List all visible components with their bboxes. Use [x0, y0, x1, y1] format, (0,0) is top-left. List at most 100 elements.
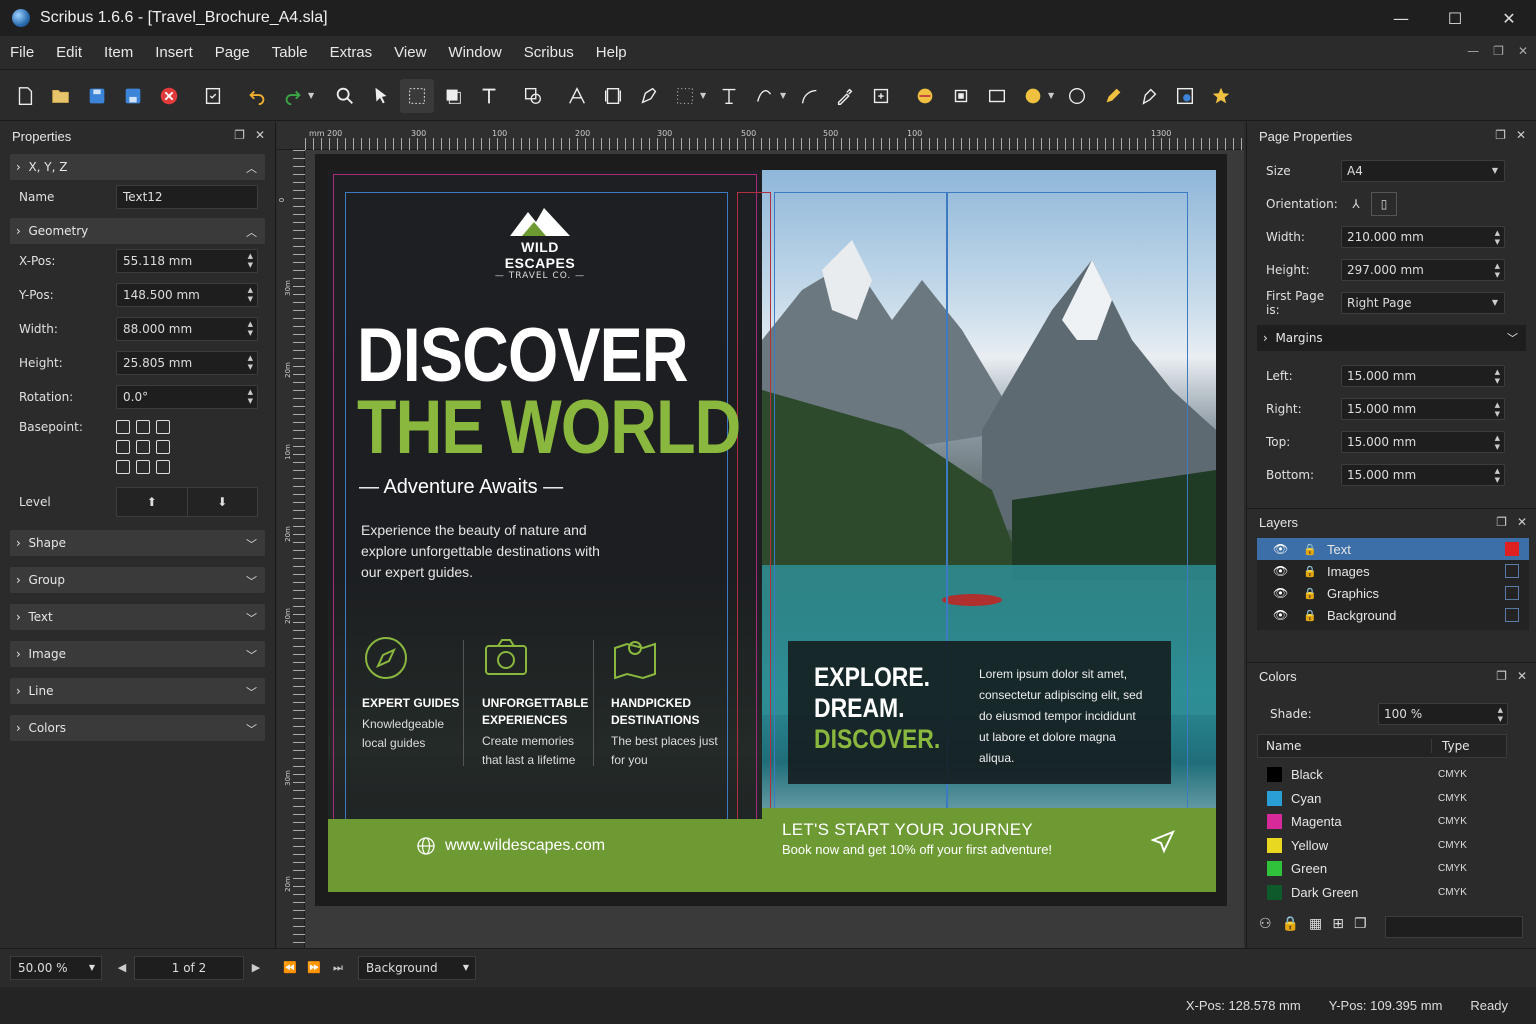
grid-dropdown-icon[interactable]: ▼: [700, 91, 710, 100]
menu-help[interactable]: Help: [585, 44, 638, 61]
text-tool-icon[interactable]: [472, 79, 506, 113]
lock-icon[interactable]: 🔒: [1293, 565, 1327, 578]
select-pointer-icon[interactable]: [364, 79, 398, 113]
float-panel-icon[interactable]: ❐: [1496, 515, 1507, 529]
menu-table[interactable]: Table: [261, 44, 319, 61]
color-row-dark-green[interactable]: Dark Green CMYK: [1267, 881, 1517, 905]
color-row-cyan[interactable]: Cyan CMYK: [1267, 787, 1517, 811]
fill-color-icon[interactable]: [1016, 79, 1050, 113]
color-search-field[interactable]: [1385, 916, 1523, 938]
image-section[interactable]: › Image ﹀: [10, 641, 265, 667]
lower-level-icon[interactable]: ⬇: [188, 488, 258, 516]
color-row-magenta[interactable]: Magenta CMYK: [1267, 810, 1517, 834]
lock-icon[interactable]: 🔒: [1293, 543, 1327, 556]
basepoint-handle[interactable]: [156, 440, 170, 454]
spinner-icon[interactable]: ▲ ▼: [1495, 467, 1500, 485]
group-section[interactable]: › Group ﹀: [10, 567, 265, 593]
margin-top-field[interactable]: 15.000 mm ▲ ▼: [1341, 430, 1505, 453]
doc-close-icon[interactable]: ✕: [1518, 44, 1528, 58]
duplicate-color-icon[interactable]: ⊞: [1332, 916, 1344, 932]
basepoint-handle[interactable]: [116, 440, 130, 454]
visibility-eye-icon[interactable]: 👁: [1273, 586, 1293, 600]
link-frames-icon[interactable]: [864, 79, 898, 113]
layer-row-text[interactable]: 👁 🔒 Text: [1257, 538, 1529, 560]
float-panel-icon[interactable]: ❐: [1495, 128, 1506, 142]
headline-line2[interactable]: THE WORLD: [357, 384, 741, 471]
float-panel-icon[interactable]: ❐: [234, 128, 245, 142]
canvas-area[interactable]: mm 200 300 100 200 300 500 500 100 1300 …: [277, 122, 1244, 948]
visibility-eye-icon[interactable]: 👁: [1273, 542, 1293, 556]
journey-subtitle[interactable]: Book now and get 10% off your first adve…: [782, 842, 1052, 857]
text-path-icon[interactable]: [712, 79, 746, 113]
brand-logo[interactable]: WILD ESCAPES — TRAVEL CO. —: [490, 204, 590, 281]
shape-tool-icon[interactable]: [516, 79, 550, 113]
margin-right-field[interactable]: 15.000 mm ▲ ▼: [1341, 397, 1505, 420]
shade-field[interactable]: 100 % ▲ ▼: [1378, 702, 1508, 725]
basepoint-handle[interactable]: [156, 460, 170, 474]
spinner-icon[interactable]: ▲ ▼: [1495, 434, 1500, 452]
color-name-column[interactable]: Name: [1258, 739, 1432, 753]
menu-page[interactable]: Page: [204, 44, 261, 61]
grid-tool-icon[interactable]: [668, 79, 702, 113]
color-type-column[interactable]: Type: [1432, 739, 1470, 753]
width-field[interactable]: 88.000 mm ▲ ▼: [116, 317, 258, 341]
bezier-tool-icon[interactable]: [748, 79, 782, 113]
basepoint-handle[interactable]: [136, 440, 150, 454]
page-height-field[interactable]: 297.000 mm ▲ ▼: [1341, 258, 1505, 281]
lock-color-icon[interactable]: 🔒: [1282, 916, 1299, 932]
first-page-select[interactable]: Right Page ▼: [1341, 291, 1505, 314]
basepoint-handle[interactable]: [156, 420, 170, 434]
line-section[interactable]: › Line ﹀: [10, 678, 265, 704]
edit-color-icon[interactable]: ▦: [1309, 916, 1322, 932]
color-row-green[interactable]: Green CMYK: [1267, 857, 1517, 881]
image-frame-icon[interactable]: [436, 79, 470, 113]
tagline[interactable]: — Adventure Awaits —: [359, 476, 563, 499]
zoom-select[interactable]: 50.00 % ▼: [10, 955, 102, 980]
arc-tool-icon[interactable]: [792, 79, 826, 113]
colors-section[interactable]: › Colors ﹀: [10, 715, 265, 741]
spinner-icon[interactable]: ▲ ▼: [248, 252, 253, 270]
rectangle-tool-icon[interactable]: [980, 79, 1014, 113]
preflight-icon[interactable]: [196, 79, 230, 113]
layer-color-swatch[interactable]: [1505, 608, 1519, 622]
horizontal-ruler[interactable]: mm 200 300 100 200 300 500 500 100 1300: [277, 122, 1244, 150]
name-field[interactable]: Text12: [116, 185, 258, 209]
new-document-icon[interactable]: [8, 79, 42, 113]
journey-title[interactable]: LET'S START YOUR JOURNEY: [782, 820, 1033, 840]
geometry-section[interactable]: › Geometry ︿: [10, 218, 265, 244]
spinner-icon[interactable]: ▲ ▼: [1495, 262, 1500, 280]
previous-page-icon[interactable]: ◀: [110, 961, 134, 974]
minimize-button[interactable]: —: [1374, 0, 1428, 36]
open-folder-icon[interactable]: [44, 79, 78, 113]
page-width-field[interactable]: 210.000 mm ▲ ▼: [1341, 225, 1505, 248]
feature-handpicked-destinations[interactable]: HANDPICKED DESTINATIONS The best places …: [611, 634, 721, 770]
text-frame-icon[interactable]: [400, 78, 434, 113]
pencil-icon[interactable]: [1096, 79, 1130, 113]
visibility-eye-icon[interactable]: 👁: [1273, 608, 1293, 622]
pages-icon[interactable]: [944, 79, 978, 113]
spinner-icon[interactable]: ▲ ▼: [248, 354, 253, 372]
intro-text[interactable]: Experience the beauty of nature and expl…: [361, 520, 621, 583]
calligraphy-icon[interactable]: [1132, 79, 1166, 113]
close-panel-icon[interactable]: ✕: [1517, 515, 1527, 529]
layer-color-swatch[interactable]: [1505, 542, 1519, 556]
close-window-button[interactable]: ✕: [1482, 0, 1536, 36]
menu-edit[interactable]: Edit: [45, 44, 93, 61]
lock-icon[interactable]: 🔒: [1293, 609, 1327, 622]
spinner-icon[interactable]: ▲ ▼: [248, 286, 253, 304]
color-row-yellow[interactable]: Yellow CMYK: [1267, 834, 1517, 858]
size-select[interactable]: A4 ▼: [1341, 159, 1505, 182]
maximize-button[interactable]: ☐: [1428, 0, 1482, 36]
layer-row-graphics[interactable]: 👁 🔒 Graphics: [1257, 582, 1529, 604]
landscape-orientation-icon[interactable]: ⅄: [1341, 197, 1371, 211]
height-field[interactable]: 25.805 mm ▲ ▼: [116, 351, 258, 375]
scrapbook-icon[interactable]: [908, 79, 942, 113]
spinner-icon[interactable]: ▲ ▼: [1495, 229, 1500, 247]
margin-left-field[interactable]: 15.000 mm ▲ ▼: [1341, 364, 1505, 387]
redo-dropdown-icon[interactable]: ▼: [308, 91, 318, 100]
spinner-icon[interactable]: ▲ ▼: [1495, 368, 1500, 386]
basepoint-handle[interactable]: [116, 460, 130, 474]
spinner-icon[interactable]: ▲ ▼: [1495, 401, 1500, 419]
undo-icon[interactable]: [240, 79, 274, 113]
doc-restore-icon[interactable]: ❐: [1493, 44, 1504, 58]
